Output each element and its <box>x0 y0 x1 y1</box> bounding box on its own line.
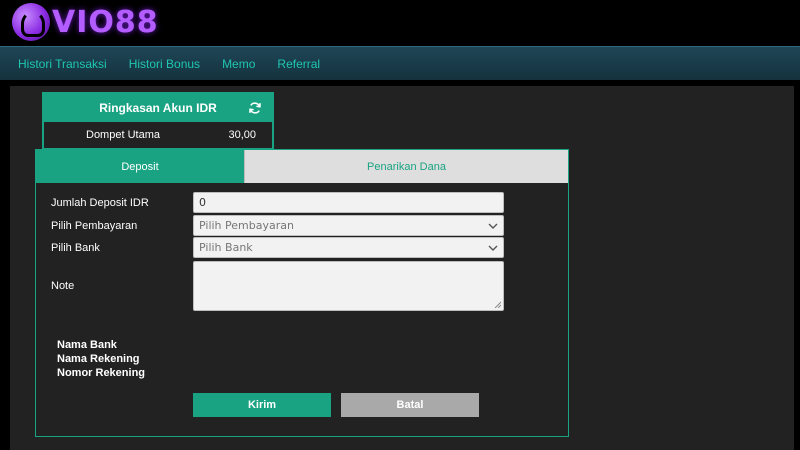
amount-label: Jumlah Deposit IDR <box>51 196 149 209</box>
payment-select-value: Pilih Pembayaran <box>199 219 294 232</box>
payment-select[interactable]: Pilih Pembayaran <box>193 215 504 236</box>
wallet-row: Dompet Utama 30,00 <box>44 122 272 141</box>
account-name-label: Nama Rekening <box>57 353 140 365</box>
wallet-balance: 30,00 <box>228 129 256 141</box>
amount-input[interactable]: 0 <box>193 192 504 213</box>
note-textarea[interactable] <box>193 261 504 311</box>
bank-info: Nama Bank Nama Rekening Nomor Rekening <box>57 338 145 380</box>
payment-label: Pilih Pembayaran <box>51 219 138 232</box>
tab-deposit[interactable]: Deposit <box>36 150 244 183</box>
transaction-panel: Deposit Penarikan Dana Jumlah Deposit ID… <box>35 149 569 437</box>
resize-handle-icon[interactable] <box>494 301 501 308</box>
nav-item-referral[interactable]: Referral <box>277 57 320 71</box>
note-label: Note <box>51 280 75 292</box>
nav-bar: Histori Transaksi Histori Bonus Memo Ref… <box>0 46 800 80</box>
wallet-label: Dompet Utama <box>86 129 160 141</box>
refresh-icon[interactable] <box>248 101 262 115</box>
account-summary: Ringkasan Akun IDR Dompet Utama 30,00 <box>42 92 274 150</box>
note-row: Note <box>51 261 504 311</box>
chevron-down-icon <box>488 245 498 251</box>
account-summary-title: Ringkasan Akun IDR <box>99 101 217 115</box>
bank-label: Pilih Bank <box>51 241 100 254</box>
nav-item-histori-bonus[interactable]: Histori Bonus <box>129 57 200 71</box>
account-summary-header: Ringkasan Akun IDR <box>44 94 272 122</box>
nav-item-memo[interactable]: Memo <box>222 57 255 71</box>
bank-row: Pilih Bank Pilih Bank <box>51 237 504 258</box>
main-content: Ringkasan Akun IDR Dompet Utama 30,00 De… <box>10 86 794 450</box>
top-header: VIO88 <box>0 0 800 46</box>
account-number-label: Nomor Rekening <box>57 367 146 379</box>
logo[interactable]: VIO88 <box>12 2 159 42</box>
soccer-player-logo-icon <box>12 3 50 41</box>
nav-item-histori-transaksi[interactable]: Histori Transaksi <box>18 57 107 71</box>
cancel-button[interactable]: Batal <box>341 393 479 417</box>
submit-button[interactable]: Kirim <box>193 393 331 417</box>
amount-row: Jumlah Deposit IDR 0 <box>51 192 504 213</box>
tab-withdraw[interactable]: Penarikan Dana <box>244 150 568 183</box>
bank-select-value: Pilih Bank <box>199 241 253 254</box>
bank-select[interactable]: Pilih Bank <box>193 237 504 258</box>
chevron-down-icon <box>488 223 498 229</box>
transaction-tabs: Deposit Penarikan Dana <box>36 150 568 183</box>
logo-text: VIO88 <box>52 4 159 40</box>
payment-row: Pilih Pembayaran Pilih Pembayaran <box>51 215 504 236</box>
bank-name-label: Nama Bank <box>57 339 117 351</box>
